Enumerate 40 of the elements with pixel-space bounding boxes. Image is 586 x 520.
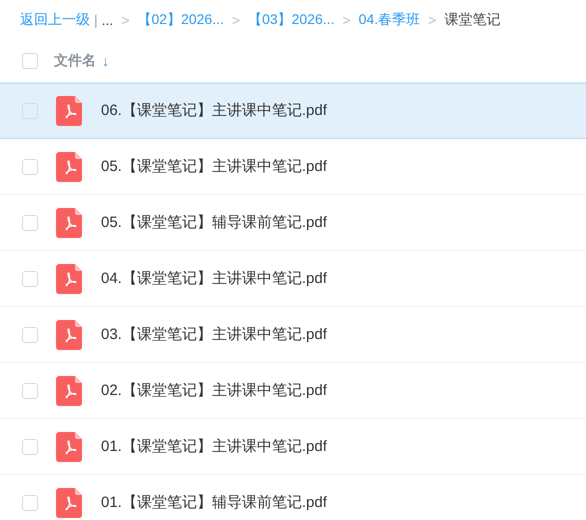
file-row[interactable]: 06.【课堂笔记】主讲课中笔记.pdf xyxy=(0,83,586,139)
file-name[interactable]: 02.【课堂笔记】主讲课中笔记.pdf xyxy=(101,381,327,400)
file-name[interactable]: 05.【课堂笔记】主讲课中笔记.pdf xyxy=(101,157,327,176)
breadcrumb-separator: > xyxy=(428,12,436,28)
divider-label: | xyxy=(94,12,98,28)
select-all-checkbox[interactable] xyxy=(22,53,38,69)
file-row[interactable]: 05.【课堂笔记】主讲课中笔记.pdf xyxy=(0,139,586,195)
pdf-file-icon xyxy=(56,376,82,406)
row-checkbox[interactable] xyxy=(22,270,38,286)
row-checkbox[interactable] xyxy=(22,158,38,174)
breadcrumb-separator: > xyxy=(342,12,351,28)
file-name[interactable]: 01.【课堂笔记】辅导课前笔记.pdf xyxy=(101,493,327,512)
breadcrumb-separator: > xyxy=(121,12,130,28)
pdf-file-icon xyxy=(56,432,82,462)
file-row[interactable]: 01.【课堂笔记】主讲课中笔记.pdf xyxy=(0,419,586,475)
pdf-file-icon xyxy=(56,488,82,518)
row-checkbox[interactable] xyxy=(22,438,38,454)
row-checkbox[interactable] xyxy=(22,382,38,398)
file-row[interactable]: 01.【课堂笔记】辅导课前笔记.pdf xyxy=(0,475,586,520)
row-checkbox[interactable] xyxy=(22,494,38,510)
file-name[interactable]: 06.【课堂笔记】主讲课中笔记.pdf xyxy=(101,101,327,120)
file-row[interactable]: 04.【课堂笔记】主讲课中笔记.pdf xyxy=(0,251,586,307)
pdf-file-icon xyxy=(56,96,82,126)
pdf-file-icon xyxy=(56,152,82,182)
file-row[interactable]: 03.【课堂笔记】主讲课中笔记.pdf xyxy=(0,307,586,363)
file-name[interactable]: 03.【课堂笔记】主讲课中笔记.pdf xyxy=(101,325,327,344)
row-checkbox[interactable] xyxy=(22,102,38,118)
pdf-file-icon xyxy=(56,320,82,350)
file-name[interactable]: 04.【课堂笔记】主讲课中笔记.pdf xyxy=(101,269,327,288)
file-row[interactable]: 05.【课堂笔记】辅导课前笔记.pdf xyxy=(0,195,586,251)
breadcrumb-separator: > xyxy=(232,12,240,28)
file-name[interactable]: 01.【课堂笔记】主讲课中笔记.pdf xyxy=(101,437,327,456)
breadcrumb-item[interactable]: 课堂笔记 xyxy=(444,11,500,29)
pdf-file-icon xyxy=(56,264,82,294)
pdf-file-icon xyxy=(56,208,82,238)
breadcrumb-item[interactable]: ... xyxy=(102,12,114,28)
row-checkbox[interactable] xyxy=(22,326,38,342)
file-row[interactable]: 02.【课堂笔记】主讲课中笔记.pdf xyxy=(0,363,586,419)
row-checkbox[interactable] xyxy=(22,214,38,230)
file-name[interactable]: 05.【课堂笔记】辅导课前笔记.pdf xyxy=(101,213,327,232)
